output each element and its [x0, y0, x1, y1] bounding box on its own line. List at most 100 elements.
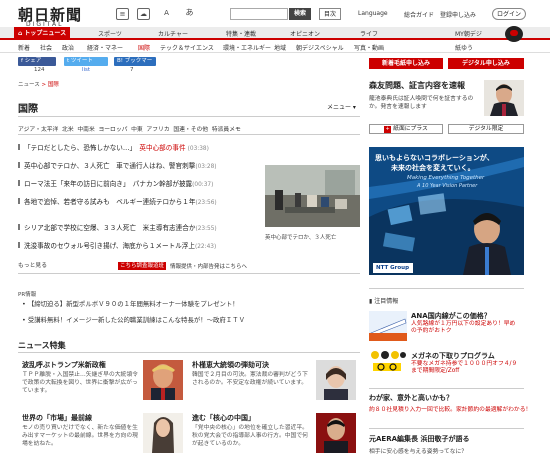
nav2-item[interactable]: 地域 [274, 43, 286, 52]
news-item[interactable]: 各地で追悼、若者守る試みも ベルギー連続テロから１年(23:56) [18, 196, 258, 206]
bullet-bar [18, 162, 20, 168]
kagoike-photo[interactable] [484, 80, 524, 116]
nav2-item[interactable]: テック＆サイエンス [160, 43, 214, 52]
main-nav: ⌂ トップニュース スポーツ カルチャー 特集・連載 オピニオン ライフ MY朝… [0, 27, 550, 40]
bullet-bar [18, 144, 20, 150]
text-item-body: 約８０社見積り入力一回で比較。家計節約の最適解がわかる！ [369, 407, 532, 413]
news-item[interactable]: シリア北部で学校に空爆、３３人死亡 米主導有志連合か(23:55) [18, 222, 258, 232]
region-tab[interactable]: 中東 [131, 127, 143, 133]
feature-item-body: 韓国で２月目の可決。憲法裁の審判がどう下されるのか。不安定な政権が続いています。 [192, 372, 308, 386]
watch-item-title[interactable]: メガネの下取りプログラム [411, 351, 495, 361]
signup-link[interactable]: 登録申し込み [440, 10, 476, 19]
pr-label: PR情報 [18, 292, 37, 298]
mascot-icon [505, 26, 523, 42]
region-tab[interactable]: 国連・その他 [173, 127, 208, 133]
hatena-bookmark-button[interactable]: B! ブックマーク [114, 57, 156, 73]
feature-item-body: モノの売り買いだけでなく、新たな価値を生み出すマーケットの最前線。世界を方向の現… [22, 425, 138, 447]
region-tab[interactable]: 北米 [62, 127, 74, 133]
news-item[interactable]: ローマ法王「来年の訪日に前向き」 パナカン幹部が披露(00:37) [18, 178, 258, 188]
text-item-title[interactable]: わが家、意外と高いかも？ [369, 393, 453, 403]
divider [369, 428, 524, 429]
toc-button[interactable]: 目次 [319, 8, 341, 20]
divider [18, 134, 360, 135]
tweet-count[interactable]: list [82, 67, 90, 73]
nav2-item[interactable]: 写真・動画 [354, 43, 384, 52]
region-tab[interactable]: 特派員メモ [212, 127, 241, 133]
pr-item[interactable]: • 受講料無料！イメージ一新した公的職業訓練はこんな特長が！～政府ＩＴＶ [22, 315, 245, 324]
nav2-item[interactable]: 新着 [18, 43, 30, 52]
ad-line1: 思いもよらないコラボレーションが、 [375, 154, 494, 162]
nav2-item[interactable]: 環境・エネルギー [223, 43, 271, 52]
text-item-title[interactable]: 元AERA編集長 浜田敬子が語る [369, 434, 469, 444]
search-button[interactable]: 検索 [289, 8, 311, 20]
newspaper-signup-button[interactable]: 新着毛紙申し込み [369, 58, 443, 69]
ntt-logo: NTT Group [373, 263, 413, 273]
feature-item-title[interactable]: 世界の「市場」最前線 [22, 413, 92, 423]
watch-item-body: 人気路線が１万円以下の設定あり！早めの予約がおトク [411, 321, 516, 334]
divider [18, 116, 360, 117]
right-headline[interactable]: 森友問題、証言内容を速報 [369, 80, 465, 91]
bullet-bar [18, 242, 20, 248]
paper-plus-button[interactable]: + 紙面にプラス [369, 124, 443, 134]
region-tab[interactable]: 中南米 [77, 127, 94, 133]
feature-item-title[interactable]: 進む「核心の中国」 [192, 413, 255, 423]
glasses-thumbnail[interactable] [369, 349, 407, 379]
right-headline-body: 籠池泰典氏は証人喚問で何を証言するのか。発言を速報します [369, 96, 474, 110]
region-tab[interactable]: アジア・太平洋 [18, 127, 58, 133]
cloud-icon[interactable]: ☁ [137, 8, 150, 20]
nav-series[interactable]: 特集・連載 [226, 29, 256, 38]
nav2-item[interactable]: 社会 [40, 43, 52, 52]
xi-photo[interactable] [316, 413, 356, 453]
search-input[interactable] [230, 8, 288, 20]
divider [18, 273, 360, 274]
breadcrumb-home[interactable]: ニュース [18, 82, 40, 88]
feature-item-title[interactable]: 朴槿恵大統領の弾劾可決 [192, 360, 269, 370]
investigation-tag[interactable]: こちら調査報道班 [118, 262, 167, 270]
market-photo[interactable] [143, 413, 183, 453]
park-photo[interactable] [316, 360, 356, 400]
nav2-item[interactable]: 国際 [138, 43, 150, 52]
nav-my-asahi[interactable]: MY朝デジ [455, 29, 482, 38]
nav-culture[interactable]: カルチャー [158, 29, 188, 38]
news-item[interactable]: 「テロだとしたら、恐怖しかない…」 英中心部の事件 (03:38) [18, 142, 258, 152]
digital-signup-button[interactable]: デジタル申し込み [448, 58, 524, 69]
divider [369, 388, 524, 389]
facebook-share-button[interactable]: f シェア [18, 57, 56, 66]
hiragana-icon[interactable]: あ [183, 8, 196, 20]
nav-sports[interactable]: スポーツ [98, 29, 122, 38]
nav2-item[interactable]: 政治 [62, 43, 74, 52]
nav2-item[interactable]: 紙ゆう [455, 43, 473, 52]
section-menu[interactable]: メニュー ▾ [327, 102, 356, 111]
login-button[interactable]: ログイン [492, 8, 526, 20]
language-link[interactable]: Language [358, 10, 388, 17]
nav2-item[interactable]: 経済・マネー [87, 43, 123, 52]
region-tab[interactable]: アフリカ [146, 127, 169, 133]
news-item[interactable]: 洗浚事故のセウォル号引き揚げ、海底から１メートル浮上(22:43) [18, 240, 258, 250]
feature-item-title[interactable]: 波乱呼ぶトランプ米新政権 [22, 360, 106, 370]
font-icon[interactable]: A [160, 8, 173, 20]
ntt-advertisement[interactable]: 思いもよらないコラボレーションが、 未来の社会を変えていく。 Making Ev… [369, 147, 524, 275]
region-tab[interactable]: ヨーロッパ [98, 127, 127, 133]
nav-life[interactable]: ライフ [360, 29, 378, 38]
breadcrumb-current[interactable]: 国際 [48, 82, 59, 88]
divider [369, 288, 524, 289]
ana-thumbnail[interactable] [369, 311, 407, 341]
breadcrumb-sep: > [41, 82, 47, 88]
nav2-item[interactable]: 朝デジスペシャル [296, 43, 344, 52]
news-photo[interactable] [265, 165, 360, 227]
tweet-button[interactable]: t ツイート [64, 57, 108, 66]
guide-link[interactable]: 総合ガイド [404, 10, 434, 19]
nav-top-news[interactable]: ⌂ トップニュース [14, 27, 70, 40]
trump-photo[interactable] [143, 360, 183, 400]
investigation-text[interactable]: 情報提供・内部告発はこちらへ [170, 262, 247, 270]
text-size-icon[interactable]: ≡ [116, 8, 129, 20]
news-item[interactable]: 英中心部でテロか、３人死亡 車で通行人はね、警官刺撃(03:28) [18, 160, 258, 170]
pr-item[interactable]: • 【締切迫る】新型ポルボＶ９０の１年間無料オーナー体験をプレゼント！ [22, 299, 239, 308]
digital-limited-button[interactable]: デジタル限定 [448, 124, 524, 134]
share-count: 124 [34, 67, 45, 73]
more-link[interactable]: もっと見る [18, 260, 47, 269]
plus-icon: + [384, 126, 392, 133]
watch-item-title[interactable]: ANA国内線がこの価格？ [411, 311, 491, 321]
nav-opinion[interactable]: オピニオン [290, 29, 320, 38]
feature-title: ニュース特集 [18, 341, 66, 350]
